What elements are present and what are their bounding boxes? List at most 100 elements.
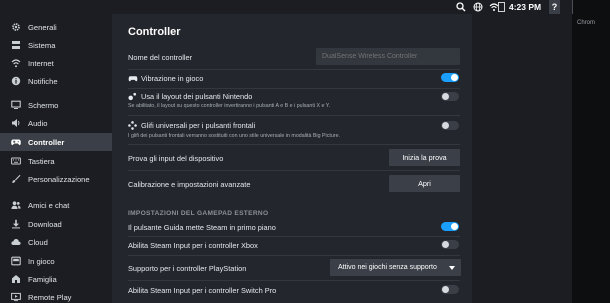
section-header-external-gamepad: IMPOSTAZIONI DEL GAMEPAD ESTERNO xyxy=(128,210,269,217)
divider xyxy=(128,69,460,70)
battery-icon xyxy=(498,2,505,12)
start-test-button[interactable]: Inizia la prova xyxy=(389,149,460,166)
xbox-input-row: Abilita Steam Input per i controller Xbo… xyxy=(128,241,460,253)
gamepad-icon xyxy=(11,139,21,146)
sidebar-item-generali[interactable]: Generali xyxy=(0,18,112,36)
nintendo-buttons-icon xyxy=(128,92,137,101)
vibration-toggle[interactable] xyxy=(441,73,459,82)
dropdown-selected-value: Attivo nei giochi senza supporto xyxy=(338,264,437,271)
guide-button-toggle[interactable] xyxy=(441,222,459,231)
page-title: Controller xyxy=(128,26,181,38)
chevron-down-icon xyxy=(449,266,455,270)
sidebar-item-label: Cloud xyxy=(28,237,48,247)
sidebar-item-label: Audio xyxy=(28,118,48,128)
sidebar-item-label: Remote Play xyxy=(28,292,72,302)
universal-glyphs-toggle[interactable] xyxy=(441,121,459,130)
sidebar-item-label: In gioco xyxy=(28,256,55,266)
sidebar-item-internet[interactable]: Internet xyxy=(0,54,112,72)
sidebar-item-label: Tastiera xyxy=(28,156,55,166)
keyboard-icon xyxy=(11,157,21,165)
sidebar-item-sistema[interactable]: Sistema xyxy=(0,36,112,54)
vibration-row: Vibrazione in gioco xyxy=(128,73,460,85)
sidebar-item-remote-play[interactable]: Remote Play xyxy=(0,288,112,303)
controller-settings-panel: Controller Nome del controller Vibrazion… xyxy=(112,14,472,303)
nintendo-layout-description: Se abilitato, il layout su questo contro… xyxy=(128,103,331,109)
vibration-label: Vibrazione in gioco xyxy=(141,74,204,83)
sidebar-item-label: Internet xyxy=(28,58,54,68)
sidebar-item-label: Controller xyxy=(28,137,65,147)
sidebar-item-amici-e-chat[interactable]: Amici e chat xyxy=(0,196,112,214)
divider xyxy=(128,88,460,89)
sidebar-item-famiglia[interactable]: Famiglia xyxy=(0,270,112,288)
toggle-knob xyxy=(451,74,458,81)
family-icon xyxy=(12,275,20,283)
controller-name-label: Nome del controller xyxy=(128,53,193,62)
search-icon[interactable] xyxy=(456,2,466,12)
nintendo-layout-label: Usa il layout dei pulsanti Nintendo xyxy=(141,92,253,101)
sidebar-item-label: Download xyxy=(28,219,62,229)
open-calibration-button[interactable]: Apri xyxy=(389,175,460,192)
sidebar-item-tastiera[interactable]: Tastiera xyxy=(0,152,112,170)
universal-glyphs-description: I glifi dei pulsanti frontali verranno s… xyxy=(128,133,340,139)
sidebar-item-controller[interactable]: Controller xyxy=(0,133,112,151)
sidebar-item-in-gioco[interactable]: In gioco xyxy=(0,252,112,270)
download-icon xyxy=(12,219,20,229)
brush-icon xyxy=(12,174,21,183)
sidebar-item-label: Sistema xyxy=(28,40,56,50)
info-icon xyxy=(11,76,21,86)
calibration-label: Calibrazione e impostazioni avanzate xyxy=(128,180,251,189)
top-bar: 4:23 PM ? xyxy=(0,0,572,14)
controller-name-input[interactable] xyxy=(316,48,460,65)
monitor-icon xyxy=(11,100,21,109)
cloud-icon xyxy=(11,239,21,245)
settings-sidebar: Generali Sistema Internet Notifiche Sche… xyxy=(0,14,112,303)
switchpro-input-label: Abilita Steam Input per i controller Swi… xyxy=(128,286,277,295)
switchpro-input-row: Abilita Steam Input per i controller Swi… xyxy=(128,286,460,298)
divider xyxy=(128,170,460,171)
speaker-icon xyxy=(12,119,20,127)
test-input-label: Prova gli input del dispositivo xyxy=(128,154,224,163)
playstation-support-label: Supporto per i controller PlayStation xyxy=(128,264,247,273)
divider xyxy=(128,280,460,281)
sidebar-item-notifiche[interactable]: Notifiche xyxy=(0,72,112,90)
nintendo-layout-row: Usa il layout dei pulsanti Nintendo Se a… xyxy=(128,91,460,111)
sidebar-item-schermo[interactable]: Schermo xyxy=(0,96,112,114)
toggle-knob xyxy=(451,223,458,230)
sidebar-item-label: Amici e chat xyxy=(28,200,70,210)
playstation-support-dropdown[interactable]: Attivo nei giochi senza supporto xyxy=(330,259,461,276)
divider xyxy=(128,115,460,116)
sidebar-item-label: Generali xyxy=(28,22,57,32)
network-icon[interactable] xyxy=(473,2,483,12)
xbox-input-toggle[interactable] xyxy=(441,240,459,249)
guide-button-label: Il pulsante Guida mette Steam in primo p… xyxy=(128,223,276,232)
toggle-knob xyxy=(442,93,449,100)
sidebar-item-cloud[interactable]: Cloud xyxy=(0,233,112,251)
divider xyxy=(128,144,460,145)
gamepad-icon xyxy=(128,76,138,82)
sidebar-item-label: Notifiche xyxy=(28,76,58,86)
sidebar-item-audio[interactable]: Audio xyxy=(0,114,112,132)
divider xyxy=(128,255,460,256)
sidebar-item-label: Schermo xyxy=(28,100,59,110)
divider xyxy=(128,236,460,237)
sidebar-item-personalizzazione[interactable]: Personalizzazione xyxy=(0,170,112,188)
help-button[interactable]: ? xyxy=(549,0,560,14)
background-window-label: Chrom xyxy=(577,20,596,26)
nintendo-layout-toggle[interactable] xyxy=(441,92,459,101)
strip-divider xyxy=(572,0,573,14)
xbox-input-label: Abilita Steam Input per i controller Xbo… xyxy=(128,241,258,250)
right-margin xyxy=(472,14,572,303)
toggle-knob xyxy=(442,122,449,129)
clock: 4:23 PM xyxy=(509,2,542,12)
universal-glyphs-label: Glifi universali per i pulsanti frontali xyxy=(141,121,256,130)
gear-icon xyxy=(12,23,20,31)
sidebar-item-download[interactable]: Download xyxy=(0,215,112,233)
system-icon xyxy=(12,41,20,49)
remoteplay-icon xyxy=(11,292,21,302)
ingame-icon xyxy=(11,256,21,266)
guide-button-row: Il pulsante Guida mette Steam in primo p… xyxy=(128,223,460,235)
sidebar-item-label: Famiglia xyxy=(28,274,57,284)
wifi-icon xyxy=(11,59,21,68)
switchpro-input-toggle[interactable] xyxy=(441,285,459,294)
background-window-strip xyxy=(572,0,610,303)
